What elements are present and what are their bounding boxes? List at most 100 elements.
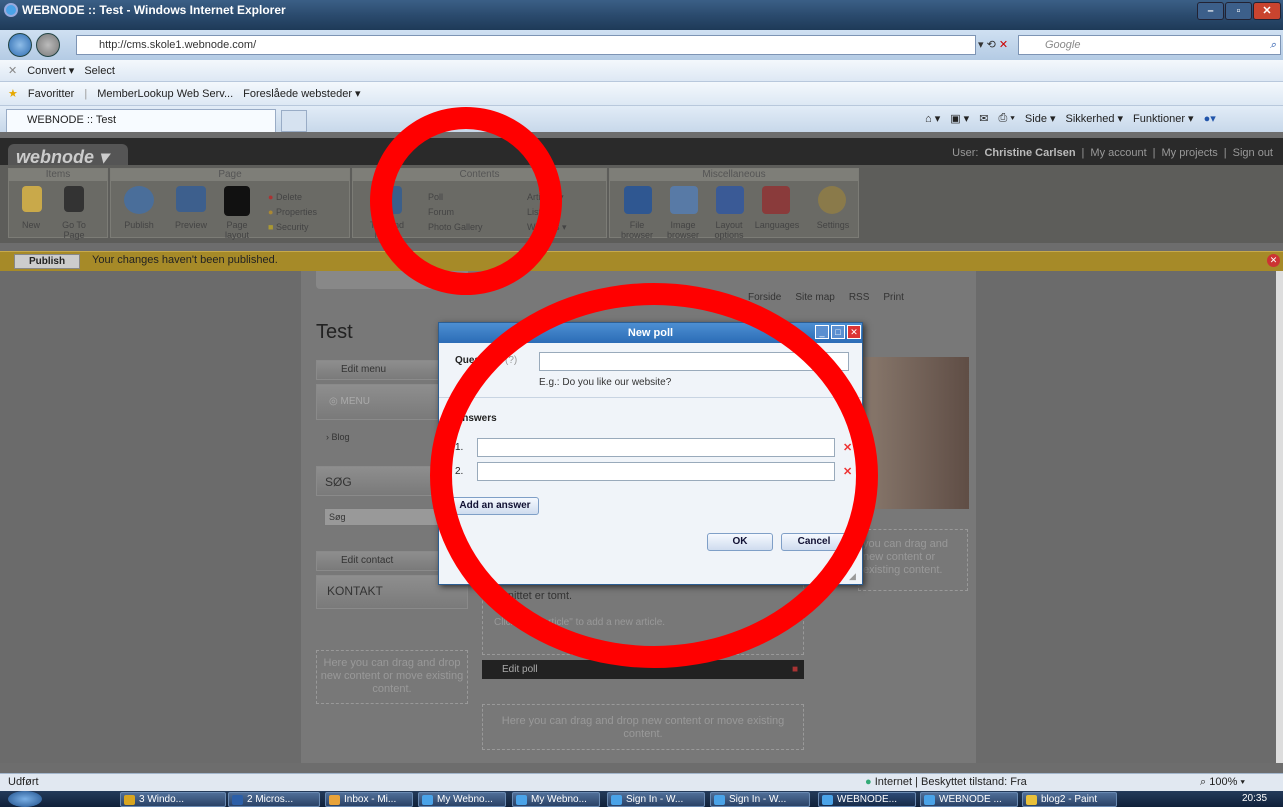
- side-menu[interactable]: Side ▾: [1025, 112, 1056, 125]
- properties-button[interactable]: ● Properties: [268, 205, 317, 220]
- feeds-icon[interactable]: ▣ ▾: [950, 112, 969, 125]
- settings-button[interactable]: Settings: [810, 220, 856, 230]
- menu-item-blog[interactable]: › Blog: [326, 432, 350, 442]
- funktioner-menu[interactable]: Funktioner ▾: [1133, 112, 1194, 125]
- properties-icon: ●: [268, 207, 274, 217]
- site-search-input[interactable]: Søg: [324, 508, 439, 526]
- layout-icon[interactable]: [224, 186, 250, 216]
- delete-label: Delete: [275, 192, 302, 202]
- zone-info[interactable]: ● Internet | Beskyttet tilstand: Fra: [865, 776, 1027, 788]
- ie-tools: ⌂ ▾ ▣ ▾ ✉ ⎙ ▾ Side ▾ Sikkerhed ▾ Funktio…: [925, 112, 1216, 125]
- print-icon[interactable]: ⎙ ▾: [998, 112, 1014, 125]
- my-account-link[interactable]: My account: [1090, 147, 1146, 159]
- search-icon[interactable]: ⌕: [1270, 36, 1276, 54]
- forward-button[interactable]: [36, 33, 60, 57]
- delete-icon: ●: [268, 192, 274, 202]
- link-print[interactable]: Print: [883, 292, 904, 303]
- layout-options-icon[interactable]: [716, 186, 744, 214]
- fav-item-memberlookup[interactable]: MemberLookup Web Serv...: [97, 88, 233, 100]
- languages-icon[interactable]: [762, 186, 790, 214]
- page-actions: ● Delete ● Properties ■ Security: [268, 190, 317, 235]
- taskbar-item-0[interactable]: 3 Windo...: [120, 792, 226, 807]
- dialog-close-button[interactable]: ✕: [847, 325, 861, 339]
- new-icon[interactable]: [22, 186, 42, 212]
- zoom-control[interactable]: ⌕ 100% ▾: [1200, 776, 1245, 789]
- link-rss[interactable]: RSS: [849, 292, 870, 303]
- close-toolbar-icon[interactable]: ✕: [8, 64, 17, 77]
- menu-label: MENU: [340, 396, 370, 407]
- delete-button[interactable]: ● Delete: [268, 190, 317, 205]
- close-window-button[interactable]: ✕: [1253, 2, 1281, 20]
- publish-icon[interactable]: [124, 186, 154, 214]
- site-search-value: Søg: [329, 512, 346, 522]
- taskbar-item-8[interactable]: WEBNODE ...: [920, 792, 1018, 807]
- security-button[interactable]: ■ Security: [268, 220, 317, 235]
- mail-icon[interactable]: ✉: [979, 112, 988, 125]
- home-icon[interactable]: ⌂ ▾: [925, 112, 940, 125]
- preview-icon[interactable]: [176, 186, 206, 212]
- file-browser-button[interactable]: File browser: [614, 220, 660, 240]
- link-forside[interactable]: Forside: [748, 292, 781, 303]
- bottom-drop-zone[interactable]: Here you can drag and drop new content o…: [482, 704, 804, 750]
- page-layout-button[interactable]: Page layout: [216, 220, 258, 240]
- taskbar-item-9[interactable]: blog2 - Paint: [1022, 792, 1117, 807]
- edit-poll-label: Edit poll: [502, 664, 538, 675]
- tab-webnode[interactable]: WEBNODE :: Test: [6, 109, 276, 132]
- taskbar-item-5[interactable]: Sign In - W...: [607, 792, 705, 807]
- dialog-maximize-button[interactable]: □: [831, 325, 845, 339]
- image-browser-icon[interactable]: [670, 186, 698, 214]
- goto-page-button[interactable]: Go To Page: [55, 220, 93, 240]
- address-row: http://cms.skole1.webnode.com/ ▾ ⟲ ✕ Goo…: [0, 30, 1283, 60]
- star-icon: ★: [8, 88, 18, 100]
- taskbar-label: Sign In - W...: [729, 794, 787, 805]
- file-browser-icon[interactable]: [624, 186, 652, 214]
- fav-item-suggested[interactable]: Foreslåede websteder ▾: [243, 87, 360, 100]
- taskbar-item-1[interactable]: 2 Micros...: [228, 792, 320, 807]
- close-publish-bar-icon[interactable]: ✕: [1267, 254, 1280, 267]
- dialog-minimize-button[interactable]: _: [815, 325, 829, 339]
- delete-poll-icon[interactable]: ■: [792, 660, 798, 679]
- taskbar-clock[interactable]: 20:35: [1242, 793, 1267, 804]
- settings-icon[interactable]: [818, 186, 846, 214]
- taskbar-item-4[interactable]: My Webno...: [512, 792, 600, 807]
- start-button[interactable]: [8, 791, 42, 807]
- publish-ribbon-button[interactable]: Publish: [118, 220, 160, 230]
- page-scrollbar[interactable]: [1276, 271, 1283, 763]
- maximize-button[interactable]: ▫: [1225, 2, 1252, 20]
- status-bar: Udført ● Internet | Beskyttet tilstand: …: [0, 773, 1283, 791]
- right-drop-zone[interactable]: you can drag and new content or existing…: [858, 529, 968, 591]
- address-bar[interactable]: http://cms.skole1.webnode.com/: [76, 35, 976, 55]
- taskbar-label: My Webno...: [531, 794, 587, 805]
- select-button[interactable]: Select: [84, 65, 115, 77]
- minimize-button[interactable]: –: [1197, 2, 1224, 20]
- annotation-ring-dialog: [430, 283, 878, 668]
- new-tab-button[interactable]: [281, 110, 307, 132]
- resize-grip-icon[interactable]: ◢: [849, 571, 856, 582]
- ie-logo-icon: [4, 3, 18, 17]
- new-button[interactable]: New: [14, 220, 48, 230]
- sign-out-link[interactable]: Sign out: [1233, 147, 1273, 159]
- taskbar-item-7[interactable]: WEBNODE...: [818, 792, 916, 807]
- taskbar-item-2[interactable]: Inbox - Mi...: [325, 792, 413, 807]
- goto-icon[interactable]: [64, 186, 84, 212]
- refresh-icon[interactable]: ▾ ⟲ ✕: [978, 38, 1008, 51]
- taskbar-item-6[interactable]: Sign In - W...: [710, 792, 810, 807]
- preview-button[interactable]: Preview: [170, 220, 212, 230]
- link-sitemap[interactable]: Site map: [795, 292, 834, 303]
- my-projects-link[interactable]: My projects: [1162, 147, 1218, 159]
- search-field[interactable]: Google ⌕: [1018, 35, 1281, 55]
- languages-button[interactable]: Languages: [752, 220, 802, 230]
- back-button[interactable]: [8, 33, 32, 57]
- layout-options-button[interactable]: Layout options: [706, 220, 752, 240]
- convert-button[interactable]: Convert ▾: [27, 64, 74, 77]
- taskbar-item-3[interactable]: My Webno...: [418, 792, 506, 807]
- blog-label: Blog: [331, 432, 350, 442]
- logo-text: webnode: [16, 147, 95, 167]
- properties-label: Properties: [275, 207, 317, 217]
- sikkerhed-menu[interactable]: Sikkerhed ▾: [1066, 112, 1124, 125]
- publish-button[interactable]: Publish: [14, 254, 80, 269]
- image-browser-button[interactable]: Image browser: [660, 220, 706, 240]
- favorites-button[interactable]: Favoritter: [28, 88, 74, 100]
- help-icon[interactable]: ●▾: [1204, 112, 1216, 125]
- left-drop-zone[interactable]: Here you can drag and drop new content o…: [316, 650, 468, 704]
